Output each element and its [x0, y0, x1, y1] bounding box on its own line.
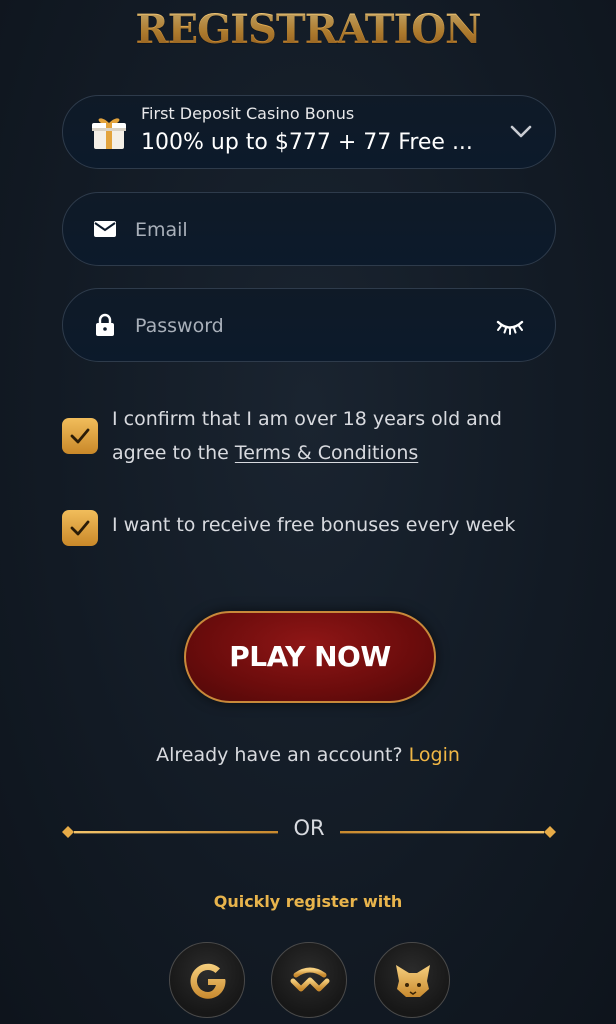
- age-consent-line2: agree to the Terms & Conditions: [112, 436, 502, 470]
- google-register-button[interactable]: [169, 942, 245, 1018]
- login-prompt: Already have an account? Login: [0, 744, 616, 766]
- checkmark-icon: [70, 520, 90, 536]
- envelope-icon: [94, 221, 116, 237]
- age-consent-checkbox[interactable]: [62, 418, 98, 454]
- gift-icon: [92, 118, 126, 149]
- email-input[interactable]: [135, 215, 475, 245]
- play-now-button[interactable]: PLAY NOW: [184, 611, 436, 703]
- lock-icon: [96, 313, 114, 336]
- registration-page: REGISTRATION First Deposit Casino Bonus …: [0, 0, 616, 1024]
- login-prompt-text: Already have an account?: [156, 744, 409, 766]
- metamask-register-button[interactable]: [374, 942, 450, 1018]
- bonus-value: 100% up to $777 + 77 Free ...: [141, 130, 473, 155]
- google-icon: [190, 963, 226, 999]
- login-link[interactable]: Login: [409, 744, 460, 766]
- walletconnect-icon: [290, 967, 330, 992]
- password-field: [62, 288, 556, 362]
- password-input[interactable]: [135, 311, 475, 341]
- metamask-icon: [396, 965, 430, 997]
- walletconnect-register-button[interactable]: [271, 942, 347, 1018]
- age-consent-text: I confirm that I am over 18 years old an…: [112, 402, 502, 470]
- terms-link[interactable]: Terms & Conditions: [235, 442, 418, 464]
- divider-line-right: [340, 826, 556, 838]
- divider-text: OR: [293, 816, 325, 840]
- bonus-consent-checkbox[interactable]: [62, 510, 98, 546]
- age-consent-line1: I confirm that I am over 18 years old an…: [112, 408, 502, 430]
- page-title: REGISTRATION: [0, 6, 616, 53]
- bonus-label: First Deposit Casino Bonus: [141, 104, 355, 123]
- divider-line-left: [62, 826, 278, 838]
- age-consent-prefix: agree to the: [112, 442, 235, 464]
- checkmark-icon: [70, 428, 90, 444]
- chevron-down-icon[interactable]: [509, 124, 533, 140]
- email-field: [62, 192, 556, 266]
- eye-closed-icon[interactable]: [495, 317, 525, 335]
- bonus-select[interactable]: First Deposit Casino Bonus 100% up to $7…: [62, 95, 556, 169]
- bonus-consent-text: I want to receive free bonuses every wee…: [112, 514, 516, 536]
- quick-register-label: Quickly register with: [213, 892, 403, 911]
